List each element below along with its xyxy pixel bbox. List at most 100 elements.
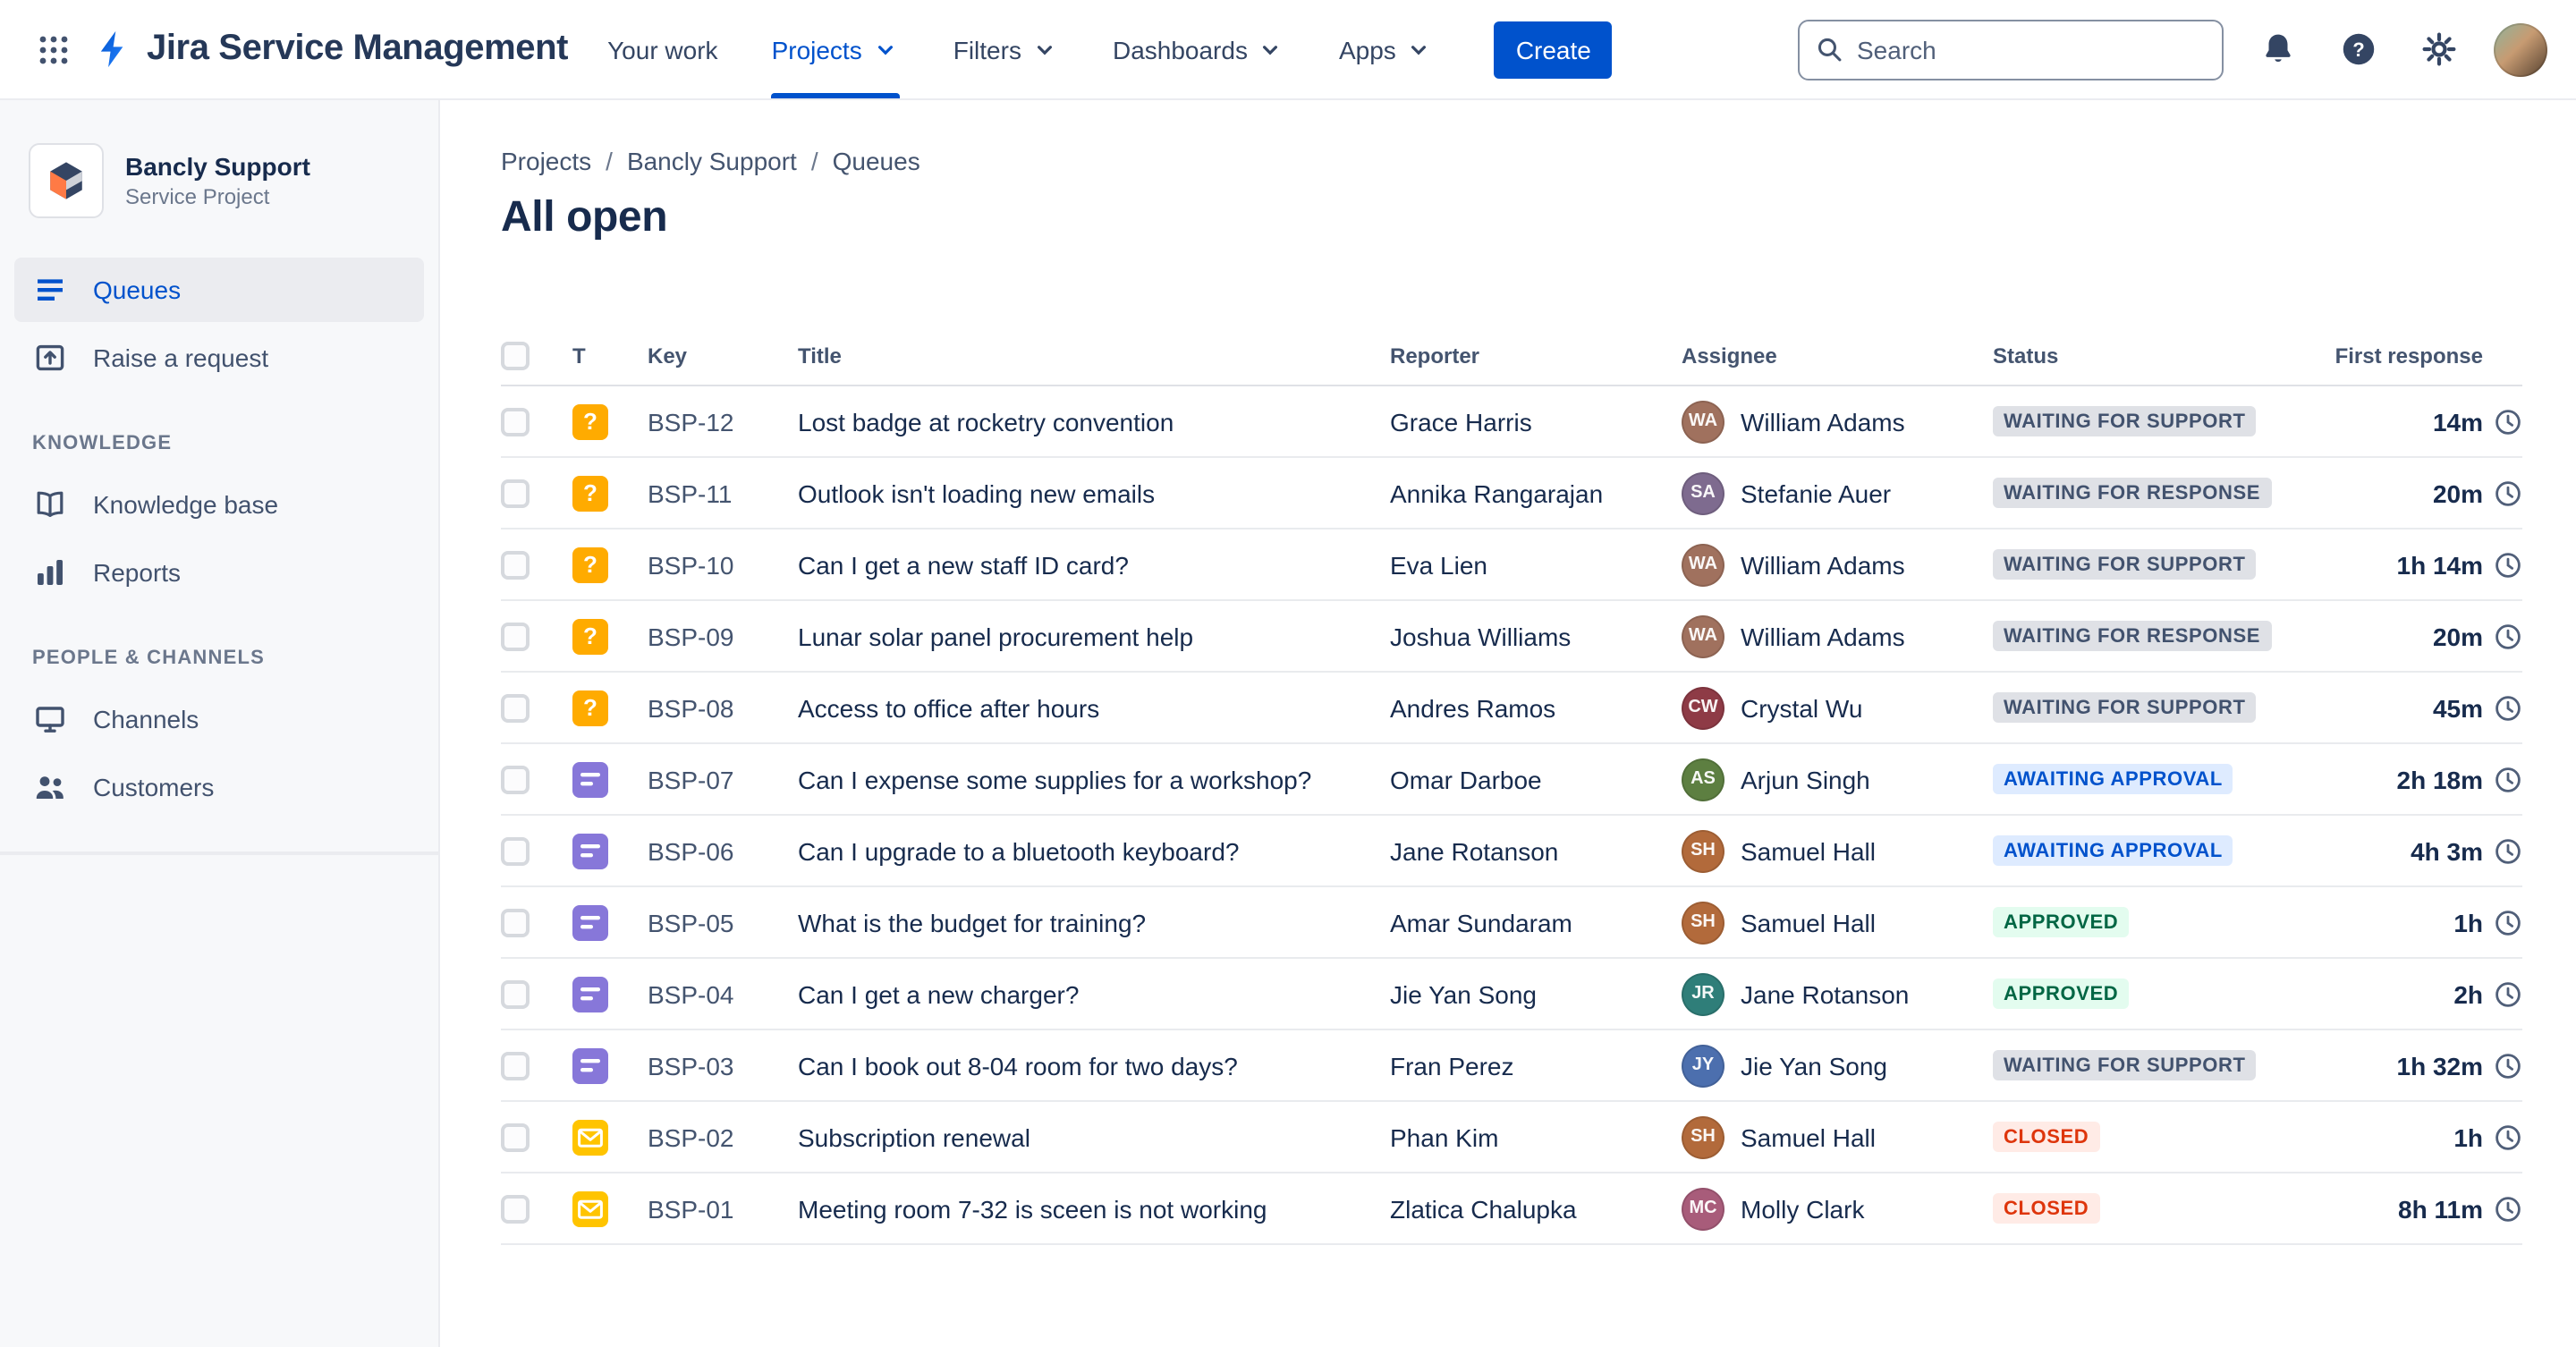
row-checkbox[interactable] — [501, 1122, 530, 1151]
question-icon: ? — [583, 479, 597, 506]
issue-title-link[interactable]: Lunar solar panel procurement help — [798, 622, 1193, 650]
table-row[interactable]: ? BSP-07 Can I expense some supplies for… — [501, 744, 2522, 816]
table-row[interactable]: ? BSP-08 Access to office after hours An… — [501, 673, 2522, 744]
page-title: All open — [501, 193, 668, 241]
issue-key[interactable]: BSP-06 — [648, 836, 798, 865]
issue-title-link[interactable]: Can I upgrade to a bluetooth keyboard? — [798, 836, 1240, 865]
issue-key[interactable]: BSP-01 — [648, 1194, 798, 1223]
issue-title-link[interactable]: Can I book out 8-04 room for two days? — [798, 1051, 1238, 1080]
table-row[interactable]: ? BSP-05 What is the budget for training… — [501, 887, 2522, 959]
row-checkbox[interactable] — [501, 979, 530, 1008]
search-icon — [1818, 38, 1842, 62]
bell-icon — [2266, 34, 2291, 63]
issue-key[interactable]: BSP-04 — [648, 979, 798, 1008]
sidebar-item-reports[interactable]: Reports — [14, 540, 424, 605]
notifications-button[interactable] — [2252, 23, 2304, 75]
issue-key[interactable]: BSP-12 — [648, 407, 798, 436]
project-name: Bancly Support — [125, 152, 310, 181]
type-icon: ? — [572, 976, 608, 1012]
sidebar-item-channels[interactable]: Channels — [14, 687, 424, 751]
table-row[interactable]: ? BSP-09 Lunar solar panel procurement h… — [501, 601, 2522, 673]
issue-title-link[interactable]: Can I expense some supplies for a worksh… — [798, 765, 1311, 793]
help-button[interactable]: ? — [2333, 23, 2385, 75]
select-all-checkbox[interactable] — [501, 341, 530, 369]
issue-key[interactable]: BSP-05 — [648, 908, 798, 936]
row-checkbox[interactable] — [501, 622, 530, 650]
table-row[interactable]: ? BSP-04 Can I get a new charger? Jie Ya… — [501, 959, 2522, 1030]
nav-your-work[interactable]: Your work — [607, 0, 718, 98]
nav-dashboards[interactable]: Dashboards — [1113, 0, 1285, 98]
app-switcher-icon — [39, 35, 68, 64]
chevron-down-icon — [1037, 46, 1052, 55]
sidebar-item-raise-request[interactable]: Raise a request — [14, 326, 424, 390]
top-navbar: Jira Service Management Your work Projec… — [0, 0, 2576, 100]
issue-key[interactable]: BSP-10 — [648, 550, 798, 579]
settings-button[interactable] — [2413, 23, 2465, 75]
issue-key[interactable]: BSP-03 — [648, 1051, 798, 1080]
status-badge: CLOSED — [1993, 1193, 2100, 1224]
row-checkbox[interactable] — [501, 908, 530, 936]
breadcrumb-projects[interactable]: Projects — [501, 147, 591, 175]
clock-icon — [2496, 1053, 2521, 1078]
issue-title-link[interactable]: Lost badge at rocketry convention — [798, 407, 1174, 436]
breadcrumb-queues[interactable]: Queues — [833, 147, 920, 175]
breadcrumb: Projects Bancly Support Queues — [501, 147, 2522, 175]
nav-filters[interactable]: Filters — [953, 0, 1059, 98]
question-icon: ? — [583, 408, 597, 435]
row-checkbox[interactable] — [501, 1194, 530, 1223]
issue-key[interactable]: BSP-07 — [648, 765, 798, 793]
row-checkbox[interactable] — [501, 550, 530, 579]
issue-title-link[interactable]: Outlook isn't loading new emails — [798, 479, 1155, 507]
issue-key[interactable]: BSP-11 — [648, 479, 798, 507]
issue-title-link[interactable]: Meeting room 7-32 is sceen is not workin… — [798, 1194, 1267, 1223]
issue-title-link[interactable]: Can I get a new staff ID card? — [798, 550, 1129, 579]
table-row[interactable]: ? BSP-12 Lost badge at rocketry conventi… — [501, 386, 2522, 458]
issue-key[interactable]: BSP-08 — [648, 693, 798, 722]
assignee-name: Molly Clark — [1741, 1194, 1865, 1223]
search-input[interactable] — [1798, 19, 2224, 80]
row-checkbox[interactable] — [501, 836, 530, 865]
app-switcher-button[interactable] — [29, 24, 79, 74]
issue-title-link[interactable]: Subscription renewal — [798, 1122, 1030, 1151]
breadcrumb-project[interactable]: Bancly Support — [627, 147, 797, 175]
sidebar-item-queues[interactable]: Queues — [14, 258, 424, 322]
first-response-time: 1h — [2453, 908, 2483, 936]
first-response-time: 45m — [2432, 693, 2483, 722]
column-header-assignee: Assignee — [1682, 343, 1777, 368]
reporter-name: Fran Perez — [1390, 1051, 1514, 1080]
first-response-time: 2h — [2453, 979, 2483, 1008]
row-checkbox[interactable] — [501, 765, 530, 793]
assignee-avatar: MC — [1682, 1187, 1724, 1230]
profile-avatar[interactable] — [2494, 22, 2547, 76]
issue-title-link[interactable]: Access to office after hours — [798, 693, 1099, 722]
request-icon — [580, 843, 600, 857]
type-icon: ? — [572, 904, 608, 940]
issue-title-link[interactable]: Can I get a new charger? — [798, 979, 1079, 1008]
table-row[interactable]: ? BSP-02 Subscription renewal Phan Kim S… — [501, 1102, 2522, 1173]
issue-title-link[interactable]: What is the budget for training? — [798, 908, 1146, 936]
row-checkbox[interactable] — [501, 407, 530, 436]
table-row[interactable]: ? BSP-03 Can I book out 8-04 room for tw… — [501, 1030, 2522, 1102]
nav-projects[interactable]: Projects — [771, 0, 900, 98]
sidebar: Bancly Support Service Project Queues Ra… — [0, 100, 440, 1347]
table-row[interactable]: ? BSP-10 Can I get a new staff ID card? … — [501, 529, 2522, 601]
sidebar-item-customers[interactable]: Customers — [14, 755, 424, 819]
row-checkbox[interactable] — [501, 1051, 530, 1080]
gear-icon — [2422, 32, 2456, 66]
table-row[interactable]: ? BSP-01 Meeting room 7-32 is sceen is n… — [501, 1173, 2522, 1245]
clock-icon — [2496, 552, 2521, 577]
table-row[interactable]: ? BSP-06 Can I upgrade to a bluetooth ke… — [501, 816, 2522, 887]
issue-key[interactable]: BSP-09 — [648, 622, 798, 650]
assignee-avatar: WA — [1682, 614, 1724, 657]
row-checkbox[interactable] — [501, 693, 530, 722]
assignee-avatar: SH — [1682, 1115, 1724, 1158]
row-checkbox[interactable] — [501, 479, 530, 507]
app-logo[interactable]: Jira Service Management — [93, 29, 568, 70]
request-icon — [580, 1058, 600, 1072]
table-row[interactable]: ? BSP-11 Outlook isn't loading new email… — [501, 458, 2522, 529]
issue-key[interactable]: BSP-02 — [648, 1122, 798, 1151]
create-button[interactable]: Create — [1494, 21, 1613, 78]
status-badge: APPROVED — [1993, 978, 2130, 1009]
nav-apps[interactable]: Apps — [1339, 0, 1434, 98]
sidebar-item-knowledge-base[interactable]: Knowledge base — [14, 472, 424, 537]
